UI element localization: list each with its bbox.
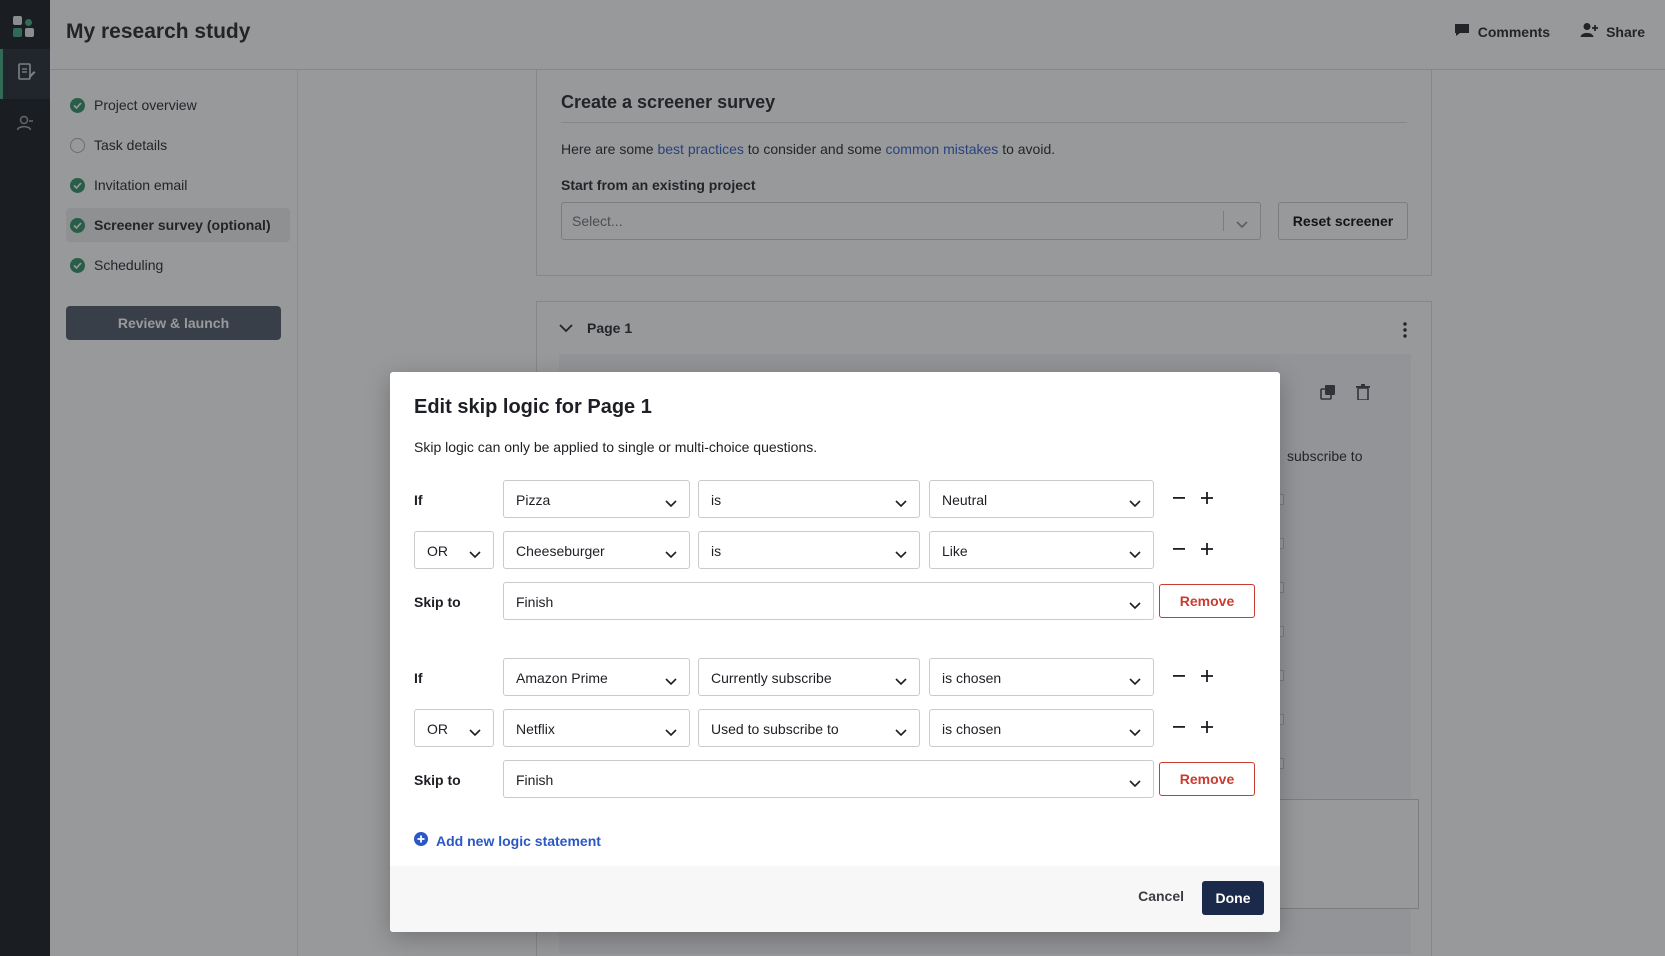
skip-destination-select[interactable]: Finish <box>503 582 1154 620</box>
logic-condition-row: If Pizza is Neutral <box>414 480 1256 520</box>
dialog-footer: Cancel Done <box>390 866 1280 932</box>
question-select[interactable]: Netflix <box>503 709 690 747</box>
dropdown-value: Cheeseburger <box>516 543 605 559</box>
logic-condition-row: If Amazon Prime Currently subscribe is chos… <box>414 658 1256 698</box>
answer-select[interactable]: Neutral <box>929 480 1154 518</box>
chevron-down-icon <box>895 546 907 562</box>
dropdown-value: Used to subscribe to <box>711 721 839 737</box>
add-logic-label: Add new logic statement <box>436 832 601 849</box>
chevron-down-icon <box>1129 546 1141 562</box>
if-label: If <box>414 492 423 508</box>
dropdown-value: Neutral <box>942 492 988 508</box>
plus-icon[interactable] <box>1199 717 1215 737</box>
skip-to-row: Skip to Finish Remove <box>414 760 1256 800</box>
dropdown-value: Amazon Prime <box>516 670 608 686</box>
plus-icon[interactable] <box>1199 666 1215 686</box>
answer-select[interactable]: is chosen <box>929 658 1154 696</box>
plus-icon[interactable] <box>1199 539 1215 559</box>
skip-to-label: Skip to <box>414 772 461 788</box>
question-select[interactable]: Pizza <box>503 480 690 518</box>
plus-circle-icon <box>414 832 428 849</box>
minus-icon[interactable] <box>1171 717 1187 737</box>
chevron-down-icon <box>665 495 677 511</box>
dropdown-value: Like <box>942 543 968 559</box>
dropdown-value: OR <box>427 543 448 559</box>
chevron-down-icon <box>895 495 907 511</box>
chevron-down-icon <box>1129 495 1141 511</box>
dropdown-value: is <box>711 543 722 559</box>
cancel-button[interactable]: Cancel <box>1138 888 1184 904</box>
operator-select[interactable]: is <box>698 531 920 569</box>
skip-logic-dialog: Edit skip logic for Page 1 Skip logic ca… <box>390 372 1280 932</box>
chevron-down-icon <box>1129 597 1141 613</box>
chevron-down-icon <box>469 724 481 740</box>
chevron-down-icon <box>1129 673 1141 689</box>
remove-logic-button[interactable]: Remove <box>1159 584 1255 618</box>
condition-controls <box>1171 666 1215 686</box>
condition-controls <box>1171 717 1215 737</box>
minus-icon[interactable] <box>1171 488 1187 508</box>
logic-condition-row: OR Cheeseburger is Like <box>414 531 1256 571</box>
condition-controls <box>1171 488 1215 508</box>
chevron-down-icon <box>665 673 677 689</box>
skip-to-label: Skip to <box>414 594 461 610</box>
dropdown-value: Pizza <box>516 492 551 508</box>
dropdown-value: Netflix <box>516 721 555 737</box>
dialog-description: Skip logic can only be applied to single… <box>414 439 818 455</box>
chevron-down-icon <box>1129 724 1141 740</box>
question-select[interactable]: Cheeseburger <box>503 531 690 569</box>
condition-controls <box>1171 539 1215 559</box>
dropdown-value: is chosen <box>942 721 1002 737</box>
dropdown-value: Finish <box>516 594 554 610</box>
chevron-down-icon <box>1129 775 1141 791</box>
done-button[interactable]: Done <box>1202 881 1264 915</box>
operator-select[interactable]: Used to subscribe to <box>698 709 920 747</box>
add-logic-statement-button[interactable]: Add new logic statement <box>414 832 601 849</box>
dropdown-value: is <box>711 492 722 508</box>
chevron-down-icon <box>895 724 907 740</box>
dropdown-value: OR <box>427 721 448 737</box>
chevron-down-icon <box>665 724 677 740</box>
chevron-down-icon <box>469 546 481 562</box>
dropdown-value: Currently subscribe <box>711 670 832 686</box>
plus-icon[interactable] <box>1199 488 1215 508</box>
minus-icon[interactable] <box>1171 666 1187 686</box>
operator-select[interactable]: Currently subscribe <box>698 658 920 696</box>
if-label: If <box>414 670 423 686</box>
remove-logic-button[interactable]: Remove <box>1159 762 1255 796</box>
dialog-title: Edit skip logic for Page 1 <box>414 396 652 418</box>
connector-select[interactable]: OR <box>414 709 494 747</box>
skip-destination-select[interactable]: Finish <box>503 760 1154 798</box>
question-select[interactable]: Amazon Prime <box>503 658 690 696</box>
chevron-down-icon <box>895 673 907 689</box>
dropdown-value: Finish <box>516 772 554 788</box>
skip-to-row: Skip to Finish Remove <box>414 582 1256 622</box>
dropdown-value: is chosen <box>942 670 1002 686</box>
operator-select[interactable]: is <box>698 480 920 518</box>
chevron-down-icon <box>665 546 677 562</box>
logic-condition-row: OR Netflix Used to subscribe to is chosen <box>414 709 1256 749</box>
answer-select[interactable]: is chosen <box>929 709 1154 747</box>
connector-select[interactable]: OR <box>414 531 494 569</box>
answer-select[interactable]: Like <box>929 531 1154 569</box>
minus-icon[interactable] <box>1171 539 1187 559</box>
